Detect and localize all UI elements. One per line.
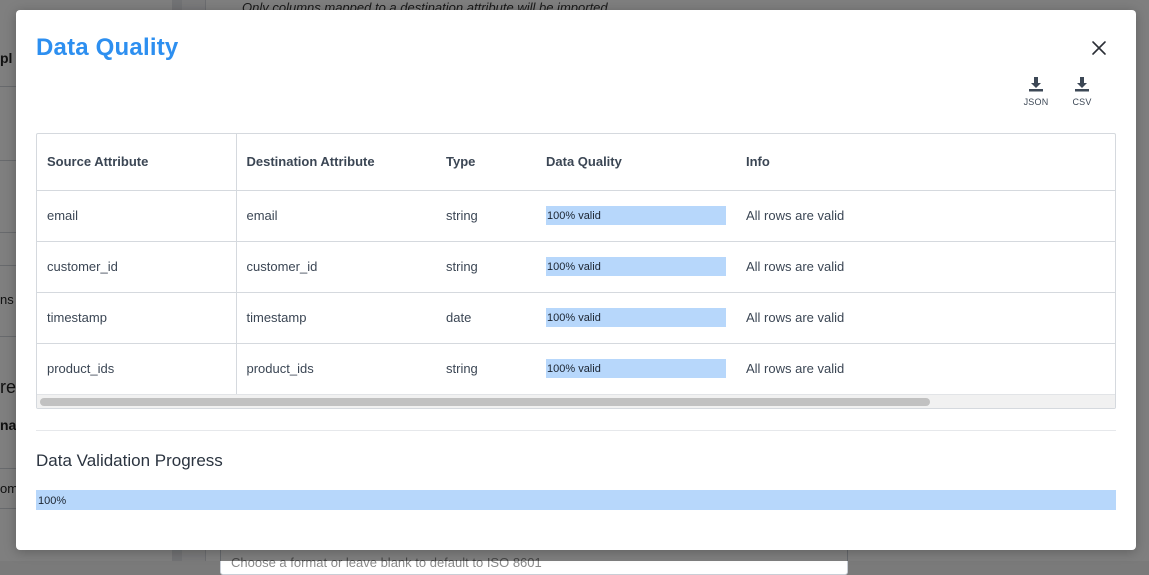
cell-destination: customer_id: [236, 241, 436, 293]
header-info: Info: [736, 134, 1115, 191]
cell-quality: 100% valid: [536, 190, 736, 242]
quality-bar: 100% valid: [546, 257, 726, 276]
cell-destination: product_ids: [246, 361, 314, 377]
quality-label: 100% valid: [547, 363, 601, 376]
scrollbar-thumb[interactable]: [40, 398, 930, 406]
download-json-label: JSON: [1023, 97, 1049, 107]
cell-quality: 100% valid: [536, 241, 736, 293]
cell-type: string: [446, 361, 478, 377]
cell-destination: timestamp: [236, 292, 436, 344]
download-csv-label: CSV: [1072, 97, 1092, 107]
header-type: Type: [436, 134, 536, 191]
validation-progress-bar: 100%: [36, 490, 1116, 510]
cell-info: All rows are valid: [746, 361, 845, 377]
section-divider: [36, 430, 1116, 431]
progress-label: 100%: [38, 495, 67, 507]
table-row: email email string 100% valid All rows a…: [37, 190, 1115, 242]
cell-source: customer_id: [37, 241, 237, 293]
table-header-row: Source Attribute Destination Attribute T…: [37, 134, 1115, 191]
header-destination-attribute: Destination Attribute: [236, 134, 436, 191]
quality-label: 100% valid: [547, 210, 601, 222]
download-icon: [1075, 77, 1089, 92]
download-csv-button[interactable]: CSV: [1065, 76, 1099, 112]
horizontal-scrollbar[interactable]: [37, 394, 1115, 408]
download-icon: [1029, 77, 1043, 92]
cell-info: All rows are valid: [736, 190, 1115, 242]
cell-type: string: [436, 241, 536, 293]
quality-label: 100% valid: [547, 261, 601, 273]
quality-bar: 100% valid: [546, 206, 726, 225]
cell-destination: email: [236, 190, 436, 242]
header-source-attribute: Source Attribute: [37, 134, 237, 191]
quality-bar: 100% valid: [546, 359, 726, 379]
cell-info: All rows are valid: [736, 292, 1115, 344]
cell-source: timestamp: [37, 292, 237, 344]
cell-info: All rows are valid: [736, 241, 1115, 293]
cell-quality: 100% valid: [536, 343, 736, 394]
modal-title: Data Quality: [36, 34, 179, 61]
cell-source: email: [37, 190, 237, 242]
table-row: customer_id customer_id string 100% vali…: [37, 241, 1115, 293]
quality-label: 100% valid: [547, 312, 601, 324]
header-data-quality: Data Quality: [536, 134, 736, 191]
close-icon: [1092, 41, 1106, 55]
table-row: timestamp timestamp date 100% valid All …: [37, 292, 1115, 344]
table-row: product_ids product_ids string 100% vali…: [37, 343, 1115, 394]
progress-title: Data Validation Progress: [36, 451, 223, 470]
cell-type: string: [436, 190, 536, 242]
data-quality-modal: Data Quality JSON CSV Source Attribute D…: [16, 10, 1136, 550]
close-button[interactable]: [1089, 38, 1109, 58]
data-quality-table: Source Attribute Destination Attribute T…: [36, 133, 1116, 409]
quality-bar: 100% valid: [546, 308, 726, 327]
cell-type: date: [436, 292, 536, 344]
cell-source: product_ids: [37, 343, 237, 394]
cell-quality: 100% valid: [536, 292, 736, 344]
download-json-button[interactable]: JSON: [1019, 76, 1053, 112]
progress-bar-fill: [36, 490, 1116, 510]
